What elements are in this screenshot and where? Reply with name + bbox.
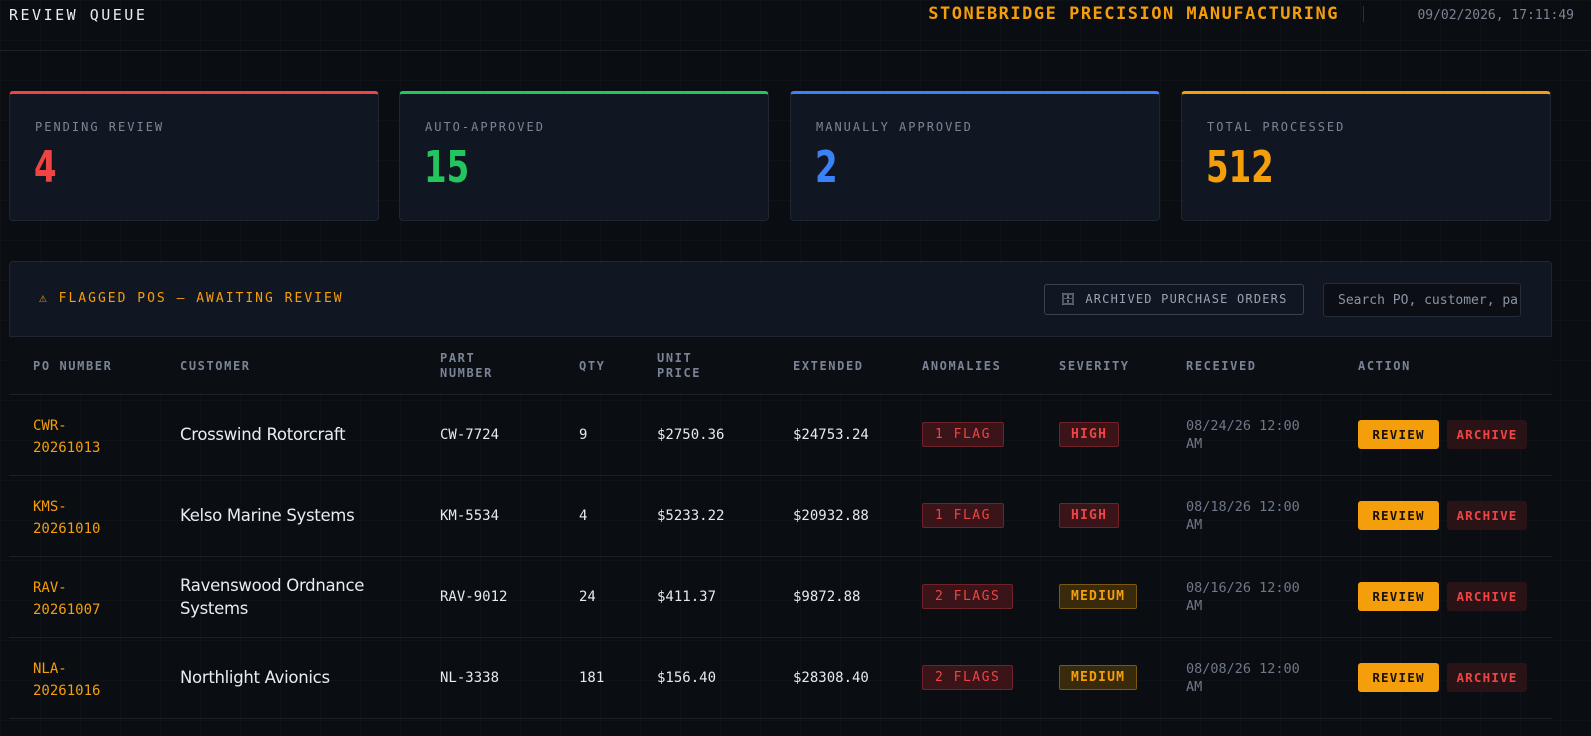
review-button[interactable]: REVIEW bbox=[1358, 420, 1439, 449]
stat-card-auto-approved: AUTO-APPROVED 15 bbox=[399, 91, 769, 221]
table-row: NLA- 20261016 Northlight Avionics NL-3338… bbox=[9, 638, 1552, 719]
po-suffix: 20261013 bbox=[33, 440, 101, 456]
received-time-line: AM bbox=[1186, 517, 1203, 533]
part-number: CW-7724 bbox=[440, 427, 500, 443]
table-row: KMS- 20261010 Kelso Marine Systems KM-553… bbox=[9, 476, 1552, 557]
flagged-panel-header: ⚠ FLAGGED POS — AWAITING REVIEW 🗄 ARCHIV… bbox=[9, 261, 1552, 337]
stat-label: MANUALLY APPROVED bbox=[816, 120, 973, 134]
received-date: 08/08/26 12:00 AM bbox=[1186, 660, 1326, 696]
customer-name: Kelso Marine Systems bbox=[180, 506, 355, 525]
extended-price: $24753.24 bbox=[793, 427, 869, 443]
severity-badge: HIGH bbox=[1059, 422, 1120, 447]
quantity: 9 bbox=[579, 427, 588, 443]
column-header: PART NUMBER bbox=[440, 351, 493, 380]
company-name: STONEBRIDGE PRECISION MANUFACTURING bbox=[928, 4, 1339, 24]
stat-value: 2 bbox=[815, 142, 838, 193]
anomaly-badge[interactable]: 1 FLAG bbox=[922, 422, 1004, 447]
stat-label: AUTO-APPROVED bbox=[425, 120, 545, 134]
unit-price: $156.40 bbox=[657, 670, 717, 686]
archived-purchase-orders-button[interactable]: 🗄 ARCHIVED PURCHASE ORDERS bbox=[1044, 284, 1304, 315]
po-prefix: NLA- bbox=[33, 661, 67, 677]
received-time-line: AM bbox=[1186, 679, 1203, 695]
timestamp: 09/02/2026, 17:11:49 bbox=[1417, 8, 1574, 23]
stat-value: 15 bbox=[424, 142, 470, 193]
search-input[interactable] bbox=[1323, 283, 1521, 317]
review-button[interactable]: REVIEW bbox=[1358, 501, 1439, 530]
po-suffix: 20261007 bbox=[33, 602, 101, 618]
po-number[interactable]: RAV- 20261007 bbox=[33, 577, 133, 621]
table-row: CWR- 20261013 Crosswind Rotorcraft CW-772… bbox=[9, 395, 1552, 476]
quantity: 24 bbox=[579, 589, 596, 605]
archive-button[interactable]: ARCHIVE bbox=[1447, 420, 1527, 449]
column-header: ACTION bbox=[1358, 359, 1411, 373]
extended-price: $20932.88 bbox=[793, 508, 869, 524]
panel-title: ⚠ FLAGGED POS — AWAITING REVIEW bbox=[39, 291, 344, 306]
review-button[interactable]: REVIEW bbox=[1358, 582, 1439, 611]
received-date: 08/18/26 12:00 AM bbox=[1186, 498, 1326, 534]
part-number: NL-3338 bbox=[440, 670, 500, 686]
anomaly-badge[interactable]: 2 FLAGS bbox=[922, 665, 1014, 690]
archive-button[interactable]: ARCHIVE bbox=[1447, 501, 1527, 530]
customer-name: Crosswind Rotorcraft bbox=[180, 425, 346, 444]
customer-name: Ravenswood Ordnance Systems bbox=[180, 576, 365, 618]
severity-badge: MEDIUM bbox=[1059, 665, 1138, 690]
extended-price: $9872.88 bbox=[793, 589, 861, 605]
po-number[interactable]: KMS- 20261010 bbox=[33, 496, 133, 540]
severity-badge: MEDIUM bbox=[1059, 584, 1138, 609]
table-row: RAV- 20261007 Ravenswood Ordnance Systems… bbox=[9, 557, 1552, 638]
stat-card-total-processed: TOTAL PROCESSED 512 bbox=[1181, 91, 1551, 221]
stat-card-pending: PENDING REVIEW 4 bbox=[9, 91, 379, 221]
unit-price: $5233.22 bbox=[657, 508, 725, 524]
page-title: REVIEW QUEUE bbox=[9, 6, 148, 24]
stat-value: 4 bbox=[34, 142, 57, 193]
top-bar: REVIEW QUEUE STONEBRIDGE PRECISION MANUF… bbox=[0, 0, 1591, 51]
column-header: PO NUMBER bbox=[33, 359, 113, 373]
column-header: EXTENDED bbox=[793, 359, 864, 373]
column-header: SEVERITY bbox=[1059, 359, 1130, 373]
extended-price: $28308.40 bbox=[793, 670, 869, 686]
column-header: UNIT PRICE bbox=[657, 351, 702, 380]
column-header: QTY bbox=[579, 359, 606, 373]
received-date-line: 08/24/26 12:00 bbox=[1186, 418, 1300, 434]
part-number: KM-5534 bbox=[440, 508, 500, 524]
po-prefix: KMS- bbox=[33, 499, 67, 515]
quantity: 181 bbox=[579, 670, 605, 686]
received-date-line: 08/16/26 12:00 bbox=[1186, 580, 1300, 596]
severity-badge: HIGH bbox=[1059, 503, 1120, 528]
received-date: 08/24/26 12:00 AM bbox=[1186, 417, 1326, 453]
po-suffix: 20261016 bbox=[33, 683, 101, 699]
anomaly-badge[interactable]: 1 FLAG bbox=[922, 503, 1004, 528]
table-header: PO NUMBER CUSTOMER PART NUMBER QTY UNIT … bbox=[9, 337, 1552, 395]
archive-button[interactable]: ARCHIVE bbox=[1447, 582, 1527, 611]
po-prefix: CWR- bbox=[33, 418, 67, 434]
header-divider bbox=[1363, 6, 1364, 22]
stat-label: PENDING REVIEW bbox=[35, 120, 165, 134]
po-suffix: 20261010 bbox=[33, 521, 101, 537]
stat-card-manually-approved: MANUALLY APPROVED 2 bbox=[790, 91, 1160, 221]
quantity: 4 bbox=[579, 508, 588, 524]
column-header: RECEIVED bbox=[1186, 359, 1257, 373]
po-number[interactable]: CWR- 20261013 bbox=[33, 415, 133, 459]
column-header: CUSTOMER bbox=[180, 359, 251, 373]
unit-price: $2750.36 bbox=[657, 427, 725, 443]
customer-name: Northlight Avionics bbox=[180, 668, 330, 687]
unit-price: $411.37 bbox=[657, 589, 717, 605]
part-number: RAV-9012 bbox=[440, 589, 508, 605]
received-date-line: 08/08/26 12:00 bbox=[1186, 661, 1300, 677]
received-time-line: AM bbox=[1186, 598, 1203, 614]
received-date: 08/16/26 12:00 AM bbox=[1186, 579, 1326, 615]
review-button[interactable]: REVIEW bbox=[1358, 663, 1439, 692]
anomaly-badge[interactable]: 2 FLAGS bbox=[922, 584, 1014, 609]
received-date-line: 08/18/26 12:00 bbox=[1186, 499, 1300, 515]
archive-button[interactable]: ARCHIVE bbox=[1447, 663, 1527, 692]
po-number[interactable]: NLA- 20261016 bbox=[33, 658, 133, 702]
stat-value: 512 bbox=[1206, 142, 1274, 193]
received-time-line: AM bbox=[1186, 436, 1203, 452]
po-prefix: RAV- bbox=[33, 580, 67, 596]
column-header: ANOMALIES bbox=[922, 359, 1002, 373]
stat-label: TOTAL PROCESSED bbox=[1207, 120, 1346, 134]
